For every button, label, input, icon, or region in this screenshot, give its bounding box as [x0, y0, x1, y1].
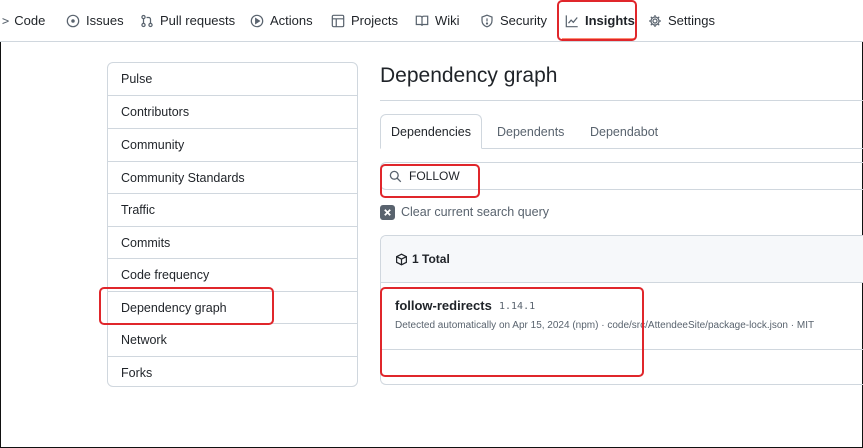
sidebar-item-forks[interactable]: Forks — [108, 356, 357, 386]
dependency-search-input[interactable]: FOLLOW — [380, 162, 863, 190]
tab-dependents[interactable]: Dependents — [497, 114, 564, 149]
nav-tab-label: Settings — [668, 13, 715, 28]
nav-tab-label: Issues — [86, 13, 124, 28]
nav-tab-issues[interactable]: Issues — [66, 0, 124, 41]
sidebar-item-commits[interactable]: Commits — [108, 226, 357, 258]
sidebar-item-community[interactable]: Community — [108, 128, 357, 161]
sidebar-item-dependency-graph[interactable]: Dependency graph — [108, 291, 357, 323]
code-icon: > — [2, 13, 10, 28]
package-icon — [396, 253, 407, 265]
book-icon — [415, 15, 429, 26]
page-title: Dependency graph — [380, 64, 558, 87]
nav-tab-label: Pull requests — [160, 13, 236, 28]
sidebar-item-label: Traffic — [121, 203, 156, 217]
clear-search-label: Clear current search query — [401, 205, 549, 219]
pull-request-icon — [141, 14, 153, 27]
graph-icon — [565, 14, 578, 27]
nav-tab-settings[interactable]: Settings — [648, 0, 715, 41]
sidebar-item-label: Contributors — [121, 105, 190, 119]
nav-tab-code[interactable]: > Code — [2, 0, 45, 41]
nav-tab-label: Actions — [270, 13, 313, 28]
sidebar-item-contributors[interactable]: Contributors — [108, 95, 357, 128]
search-icon — [389, 170, 402, 182]
tab-label: Dependencies — [391, 124, 471, 139]
nav-tab-actions[interactable]: Actions — [250, 0, 313, 41]
insights-sidebar: Pulse Contributors Community Community S… — [107, 62, 358, 387]
sidebar-item-network[interactable]: Network — [108, 323, 357, 356]
nav-tab-wiki[interactable]: Wiki — [415, 0, 460, 41]
issue-icon — [66, 14, 80, 27]
nav-tab-label: Security — [500, 13, 547, 28]
repo-nav: > Code Issues Pull requests Actions Proj… — [0, 0, 863, 42]
sidebar-item-label: Commits — [121, 235, 171, 250]
sidebar-item-code-frequency[interactable]: Code frequency — [108, 258, 357, 291]
search-value: FOLLOW — [409, 169, 460, 183]
tab-label: Dependabot — [590, 124, 659, 139]
sidebar-item-traffic[interactable]: Traffic — [108, 193, 357, 226]
sidebar-item-community-standards[interactable]: Community Standards — [108, 161, 357, 193]
shield-icon — [481, 13, 493, 28]
table-icon — [331, 14, 345, 27]
nav-tab-insights[interactable]: Insights — [565, 0, 635, 41]
gear-icon — [649, 14, 661, 27]
dependency-version: 1.14.1 — [499, 301, 536, 312]
dependency-meta: Detected automatically on Apr 15, 2024 (… — [395, 320, 815, 331]
tab-dependencies[interactable]: Dependencies — [380, 114, 482, 149]
results-total: 1 Total — [412, 252, 450, 266]
active-tab-underline — [562, 38, 634, 40]
title-divider — [380, 100, 863, 101]
dependency-name-link[interactable]: follow-redirects — [395, 298, 492, 313]
dependency-row: follow-redirects 1.14.1 Detected automat… — [381, 282, 863, 350]
sidebar-item-label: Community — [121, 138, 185, 152]
nav-tab-label: Code — [14, 13, 46, 28]
close-icon — [380, 204, 395, 220]
sidebar-item-label: Code frequency — [121, 268, 210, 282]
results-header: 1 Total — [381, 236, 863, 283]
sidebar-item-label: Network — [121, 333, 167, 347]
sidebar-item-label: Community Standards — [121, 170, 245, 185]
nav-tab-security[interactable]: Security — [480, 0, 547, 41]
play-icon — [250, 14, 264, 27]
sidebar-item-label: Dependency graph — [121, 300, 227, 315]
sidebar-item-pulse[interactable]: Pulse — [108, 63, 357, 95]
nav-tab-projects[interactable]: Projects — [331, 0, 398, 41]
clear-search-button[interactable]: Clear current search query — [380, 204, 549, 220]
nav-tab-label: Wiki — [435, 13, 460, 28]
dependency-results: 1 Total follow-redirects 1.14.1 Detected… — [380, 235, 863, 385]
tab-label: Dependents — [497, 124, 565, 139]
nav-tab-label: Projects — [351, 13, 398, 28]
tab-dependabot[interactable]: Dependabot — [590, 114, 658, 149]
sidebar-item-label: Pulse — [121, 72, 153, 86]
nav-tab-pull-requests[interactable]: Pull requests — [140, 0, 235, 41]
nav-tab-label: Insights — [585, 13, 635, 28]
sidebar-item-label: Forks — [121, 365, 153, 380]
